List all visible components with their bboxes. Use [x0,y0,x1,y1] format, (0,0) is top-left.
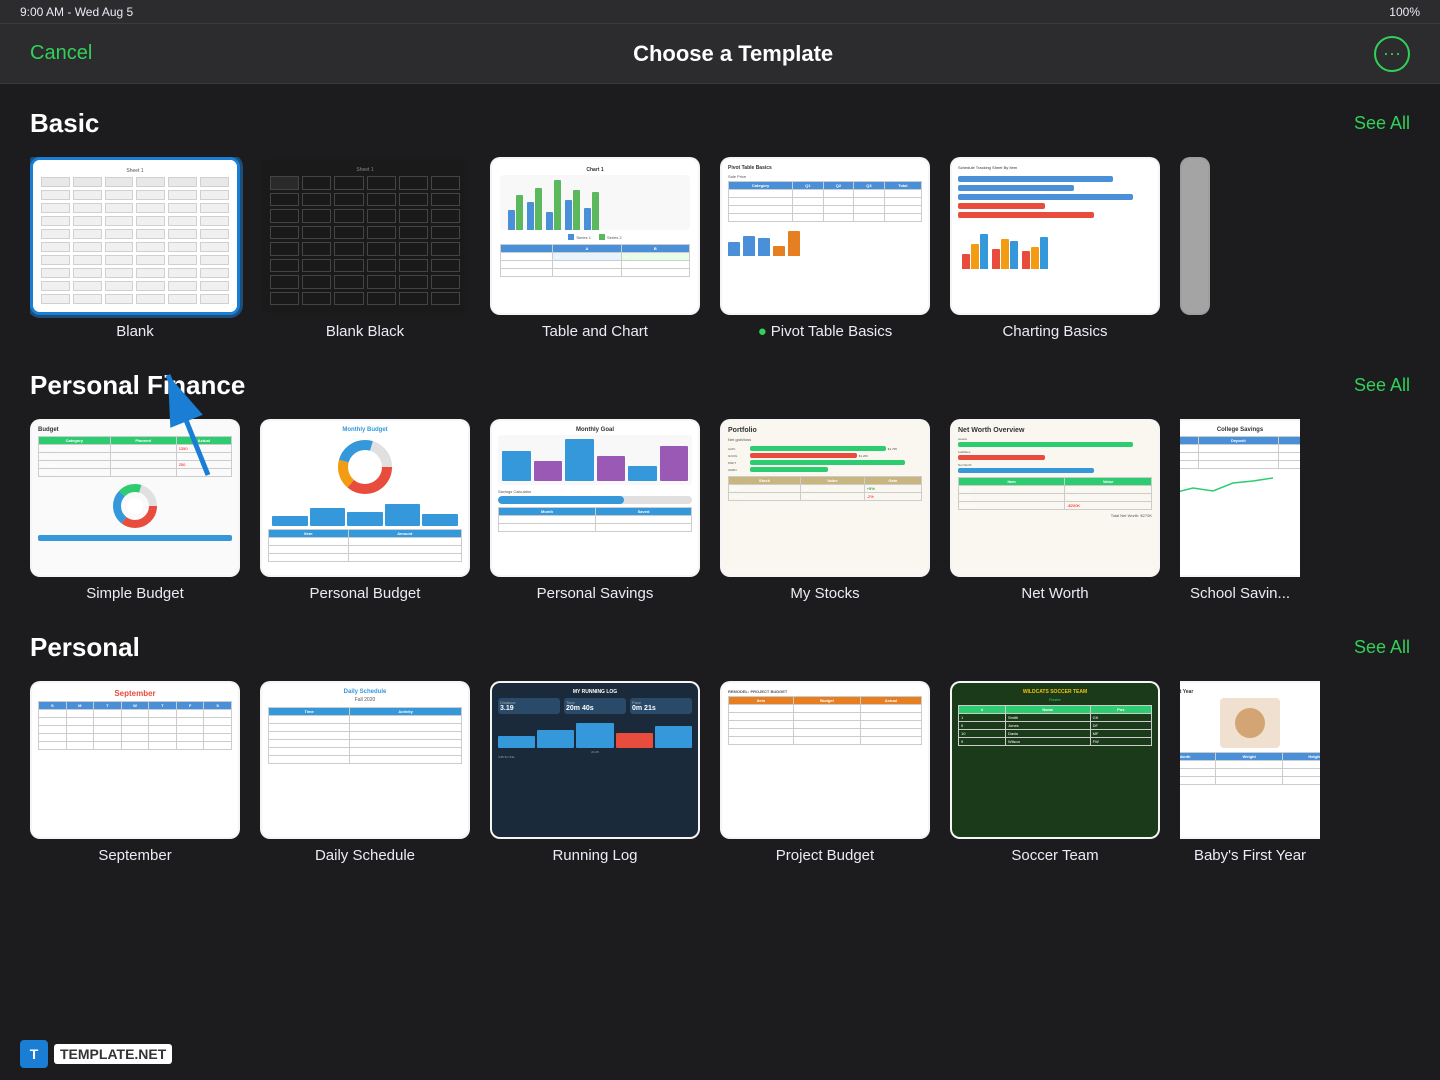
thumbnail-personal-savings[interactable]: Monthly Goal [490,419,700,577]
thumbnail-soccer-team[interactable]: WILDCATS SOCCER TEAM Roster #NamePos 1Sm… [950,681,1160,839]
template-simple-budget[interactable]: Budget CategoryPlannedActual Housing1200… [30,419,240,602]
label-running-log: Running Log [552,847,637,864]
label-my-stocks: My Stocks [790,585,859,602]
thumbnail-extra-basic[interactable] [1180,157,1210,315]
watermark: T TEMPLATE.NET [20,1040,172,1068]
thumbnail-pivot-table[interactable]: Pivot Table Basics Sale Price CategoryQ1… [720,157,930,315]
thumbnail-school-savings[interactable]: College Savings YearDepositTotal 1240024… [1180,419,1300,577]
pf-template-grid: Budget CategoryPlannedActual Housing1200… [30,419,1410,602]
template-soccer-team[interactable]: WILDCATS SOCCER TEAM Roster #NamePos 1Sm… [950,681,1160,864]
label-pivot-table: ●Pivot Table Basics [758,323,893,340]
thumbnail-blank-black[interactable]: Sheet 1 [260,157,470,315]
template-table-chart[interactable]: Chart 1 [490,157,700,340]
label-school-savings: School Savin... [1190,585,1290,602]
section-personal-header: Personal See All [30,632,1410,663]
template-extra-basic[interactable] [1180,157,1210,340]
section-basic-header: Basic See All [30,108,1410,139]
template-project-budget[interactable]: REMODEL: PROJECT BUDGET ItemBudgetActual… [720,681,930,864]
thumbnail-running-log[interactable]: MY RUNNING LOG Distance 3.19 Time 20m 40… [490,681,700,839]
main-content: Basic See All Sheet 1 [0,84,1440,1080]
section-basic-title: Basic [30,108,99,139]
template-net-worth[interactable]: Net Worth Overview Assets Liabilities Ne… [950,419,1160,602]
label-calendar: September [98,847,171,864]
section-basic-see-all[interactable]: See All [1354,113,1410,134]
thumbnail-blank[interactable]: Sheet 1 [30,157,240,315]
page-title: Choose a Template [633,41,833,67]
template-my-stocks[interactable]: Portfolio Net gain/loss AAPL $1,795 GOOG [720,419,930,602]
template-babys-first[interactable]: Baby's First Year MonthWeightHeight 19 l… [1180,681,1320,864]
label-daily-schedule: Daily Schedule [315,847,415,864]
thumbnail-net-worth[interactable]: Net Worth Overview Assets Liabilities Ne… [950,419,1160,577]
template-calendar[interactable]: September SMTWTFS 123456 78910111213 141… [30,681,240,864]
template-blank[interactable]: Sheet 1 [30,157,240,340]
thumbnail-table-chart[interactable]: Chart 1 [490,157,700,315]
template-charting-basics[interactable]: Schedule Tracking Sheet By Item [950,157,1160,340]
section-pf-header: Personal Finance See All [30,370,1410,401]
label-soccer-team: Soccer Team [1011,847,1098,864]
template-daily-schedule[interactable]: Daily Schedule Fall 2020 TimeActivity 6a… [260,681,470,864]
label-blank-black: Blank Black [326,323,404,340]
template-pivot-table[interactable]: Pivot Table Basics Sale Price CategoryQ1… [720,157,930,340]
template-personal-budget[interactable]: Monthly Budget [260,419,470,602]
template-personal-savings[interactable]: Monthly Goal [490,419,700,602]
thumbnail-project-budget[interactable]: REMODEL: PROJECT BUDGET ItemBudgetActual… [720,681,930,839]
status-time: 9:00 AM - Wed Aug 5 [20,5,133,19]
thumbnail-simple-budget[interactable]: Budget CategoryPlannedActual Housing1200… [30,419,240,577]
label-personal-savings: Personal Savings [537,585,654,602]
header-bar: Cancel Choose a Template ··· [0,24,1440,84]
label-personal-budget: Personal Budget [310,585,421,602]
cancel-button[interactable]: Cancel [30,42,92,65]
status-battery: 100% [1389,5,1420,19]
label-table-chart: Table and Chart [542,323,648,340]
label-blank: Blank [116,323,154,340]
template-running-log[interactable]: MY RUNNING LOG Distance 3.19 Time 20m 40… [490,681,700,864]
thumbnail-daily-schedule[interactable]: Daily Schedule Fall 2020 TimeActivity 6a… [260,681,470,839]
watermark-logo: T [20,1040,48,1068]
label-babys-first: Baby's First Year [1194,847,1306,864]
section-personal-finance: Personal Finance See All Budget Category… [30,370,1410,602]
watermark-text: TEMPLATE.NET [54,1044,172,1064]
label-charting-basics: Charting Basics [1002,323,1107,340]
section-personal: Personal See All September SMTWTFS 12345… [30,632,1410,864]
label-project-budget: Project Budget [776,847,874,864]
more-options-button[interactable]: ··· [1374,36,1410,72]
thumbnail-my-stocks[interactable]: Portfolio Net gain/loss AAPL $1,795 GOOG [720,419,930,577]
thumbnail-charting-basics[interactable]: Schedule Tracking Sheet By Item [950,157,1160,315]
section-pf-see-all[interactable]: See All [1354,375,1410,396]
personal-template-grid: September SMTWTFS 123456 78910111213 141… [30,681,1410,864]
section-personal-title: Personal [30,632,140,663]
thumbnail-calendar[interactable]: September SMTWTFS 123456 78910111213 141… [30,681,240,839]
section-basic: Basic See All Sheet 1 [30,108,1410,340]
status-bar: 9:00 AM - Wed Aug 5 100% [0,0,1440,24]
section-personal-see-all[interactable]: See All [1354,637,1410,658]
thumbnail-babys-first[interactable]: Baby's First Year MonthWeightHeight 19 l… [1180,681,1320,839]
section-pf-title: Personal Finance [30,370,245,401]
pivot-dot: ● [758,323,767,340]
template-blank-black[interactable]: Sheet 1 [260,157,470,340]
label-net-worth: Net Worth [1021,585,1088,602]
label-simple-budget: Simple Budget [86,585,184,602]
basic-template-grid: Sheet 1 [30,157,1410,340]
thumbnail-personal-budget[interactable]: Monthly Budget [260,419,470,577]
more-icon: ··· [1383,43,1401,64]
template-school-savings[interactable]: College Savings YearDepositTotal 1240024… [1180,419,1300,602]
